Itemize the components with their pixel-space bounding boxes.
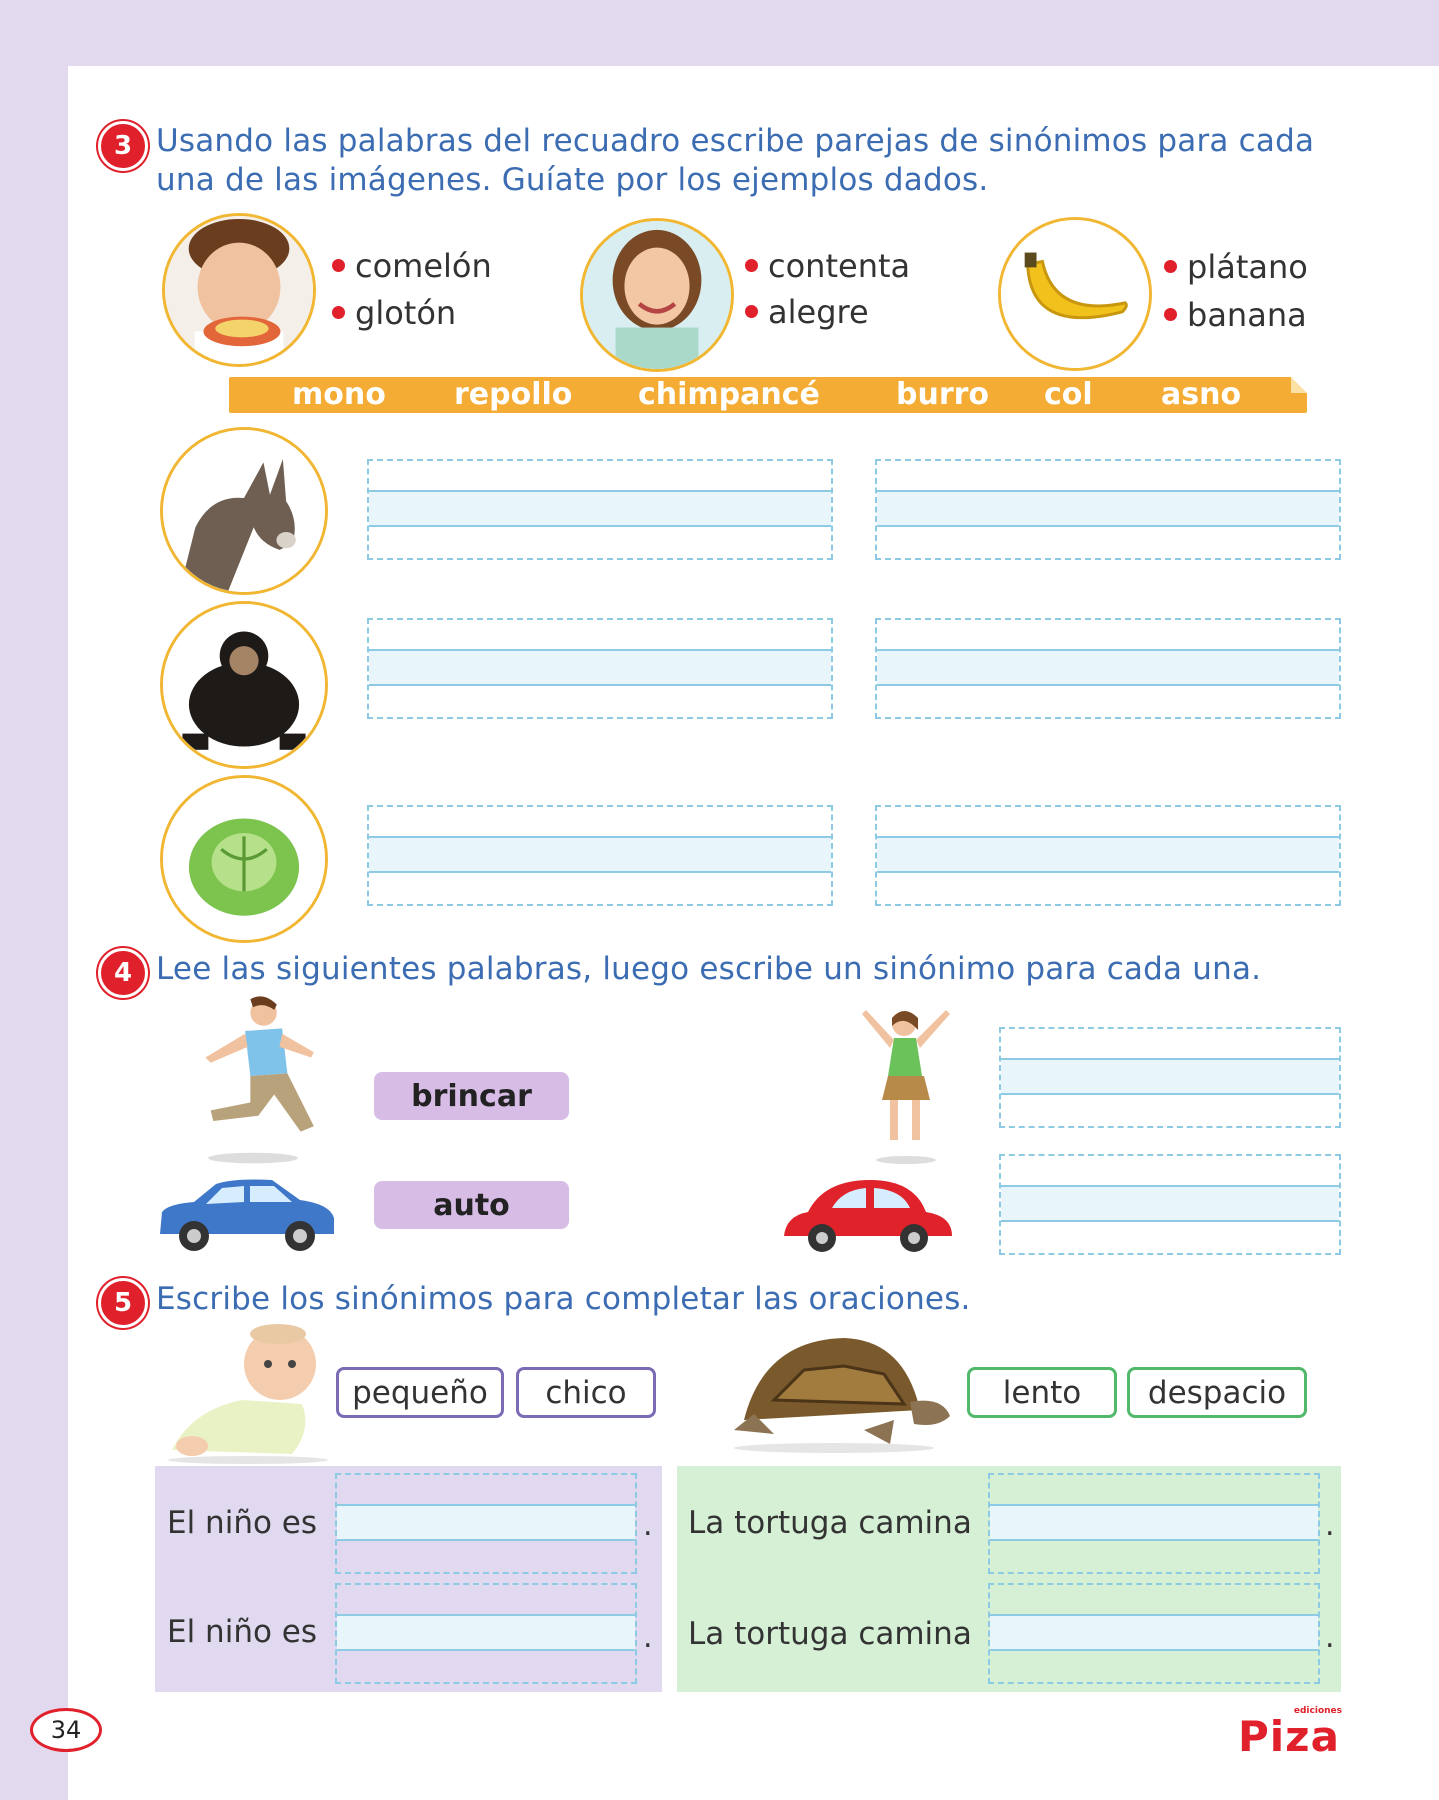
sentence-left-2: El niño es [167, 1614, 318, 1650]
example-2-word2: alegre [745, 293, 869, 331]
word-auto: auto [374, 1181, 569, 1229]
option-chico: chico [516, 1367, 656, 1418]
running-boy-image [186, 994, 320, 1166]
sentence-left-1: El niño es [167, 1505, 318, 1541]
exercise-3-instruction-line1: Usando las palabras del recuadro escribe… [156, 123, 1315, 159]
example-3-word2: banana [1164, 296, 1307, 334]
word-bank-fold [1291, 377, 1307, 393]
period: . [1325, 1620, 1335, 1655]
logo-text: Piza [1238, 1712, 1340, 1761]
page-number: 34 [30, 1708, 102, 1752]
word-bank: mono repollo chimpancé burro col asno [229, 377, 1307, 413]
sentence-right-2: La tortuga camina [688, 1616, 972, 1652]
chimpanzee-image [160, 601, 328, 769]
word-bank-item: mono [292, 377, 386, 412]
jumping-girl-image [856, 996, 956, 1166]
exercise-4-instruction: Lee las siguientes palabras, luego escri… [156, 951, 1262, 987]
exercise-3-number: 3 [98, 121, 148, 171]
option-lento: lento [967, 1367, 1117, 1418]
answer-chimpanzee-1[interactable] [367, 618, 833, 719]
answer-donkey-2[interactable] [875, 459, 1341, 560]
period: . [643, 1508, 653, 1543]
word-brincar: brincar [374, 1072, 569, 1120]
answer-chimpanzee-2[interactable] [875, 618, 1341, 719]
blue-car-image [154, 1172, 338, 1256]
example-3-word1: plátano [1164, 248, 1308, 286]
word-bank-item: burro [896, 377, 990, 412]
option-despacio: despacio [1127, 1367, 1307, 1418]
answer-donkey-1[interactable] [367, 459, 833, 560]
period: . [1325, 1508, 1335, 1543]
donkey-image [160, 427, 328, 595]
answer-brincar[interactable] [999, 1027, 1341, 1128]
word-bank-item: repollo [454, 377, 573, 412]
answer-auto[interactable] [999, 1154, 1341, 1255]
banana-image [998, 217, 1152, 371]
exercise-5-instruction: Escribe los sinónimos para completar las… [156, 1281, 971, 1317]
answer-sentence-right-2[interactable] [988, 1583, 1320, 1684]
option-pequeno: pequeño [336, 1367, 504, 1418]
answer-sentence-left-2[interactable] [335, 1583, 637, 1684]
baby-image [152, 1320, 332, 1464]
answer-cabbage-2[interactable] [875, 805, 1341, 906]
exercise-5-number: 5 [98, 1278, 148, 1328]
boy-eating-image [162, 213, 316, 367]
period: . [643, 1620, 653, 1655]
example-2-word1: contenta [745, 247, 910, 285]
turtle-image [714, 1330, 954, 1454]
example-1-word1: comelón [332, 247, 492, 285]
answer-sentence-left-1[interactable] [335, 1473, 637, 1574]
red-car-image [778, 1172, 956, 1256]
happy-girl-image [580, 218, 734, 372]
answer-sentence-right-1[interactable] [988, 1473, 1320, 1574]
word-bank-item: chimpancé [638, 377, 820, 412]
cabbage-image [160, 775, 328, 943]
exercise-4-number: 4 [98, 948, 148, 998]
example-1-word2: glotón [332, 294, 456, 332]
publisher-logo: ediciones Piza [1238, 1706, 1344, 1761]
word-bank-item: col [1044, 377, 1093, 412]
answer-cabbage-1[interactable] [367, 805, 833, 906]
sentence-right-1: La tortuga camina [688, 1505, 972, 1541]
word-bank-item: asno [1161, 377, 1242, 412]
exercise-3-instruction-line2: una de las imágenes. Guíate por los ejem… [156, 162, 989, 198]
